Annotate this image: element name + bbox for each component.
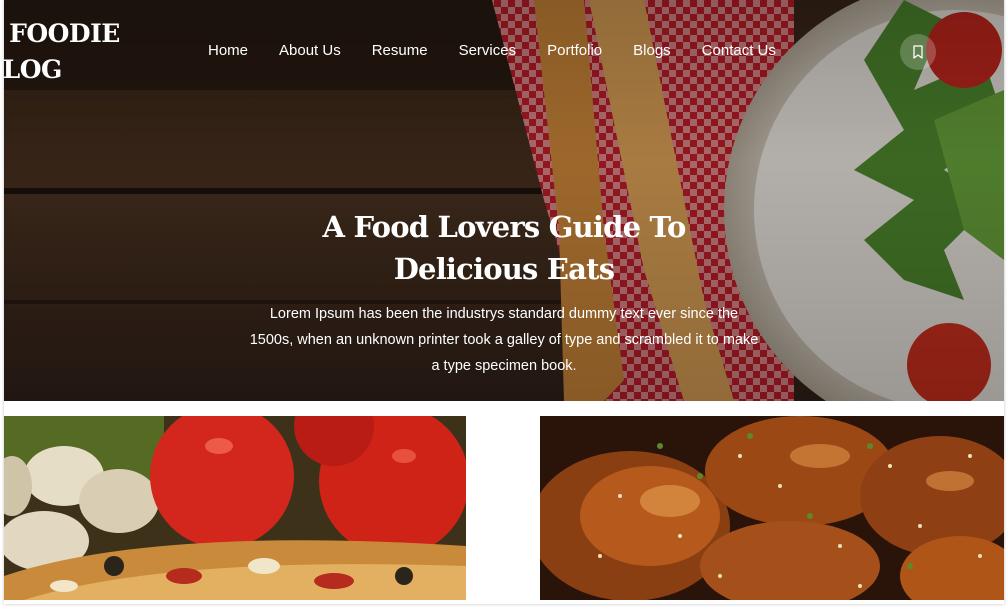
- hero-section: A FOODIE BLOG Home About Us Resume Servi…: [4, 0, 1004, 401]
- bookmark-icon: [913, 45, 923, 59]
- hero-title: A Food Lovers Guide To Delicious Eats: [254, 206, 754, 290]
- logo-line-1: A FOODIE: [4, 19, 120, 48]
- hero-title-line-2: Delicious Eats: [393, 252, 615, 286]
- nav-item-home[interactable]: Home: [208, 40, 248, 62]
- nav-item-contact-us[interactable]: Contact Us: [702, 40, 776, 62]
- bookmark-button[interactable]: [900, 34, 936, 70]
- hero-description: Lorem Ipsum has been the industrys stand…: [222, 301, 786, 379]
- main-navigation: Home About Us Resume Services Portfolio …: [208, 40, 776, 62]
- browser-viewport: A FOODIE BLOG Home About Us Resume Servi…: [4, 0, 1004, 604]
- logo-line-2: BLOG: [4, 55, 62, 84]
- blog-card-image-chicken[interactable]: [540, 416, 1004, 600]
- hero-description-line-2: 1500s, when an unknown printer took a ga…: [249, 332, 759, 348]
- nav-item-services[interactable]: Services: [459, 40, 517, 62]
- hero-description-line-3: a type specimen book.: [431, 358, 577, 374]
- site-logo[interactable]: A FOODIE BLOG: [4, 16, 120, 88]
- pizza-image: [4, 416, 466, 600]
- blog-card-image-pizza[interactable]: [4, 416, 466, 600]
- nav-item-resume[interactable]: Resume: [372, 40, 428, 62]
- nav-item-portfolio[interactable]: Portfolio: [547, 40, 602, 62]
- hero-description-line-1: Lorem Ipsum has been the industrys stand…: [269, 306, 739, 322]
- hero-title-line-1: A Food Lovers Guide To: [322, 210, 686, 244]
- chicken-image: [540, 416, 1004, 600]
- nav-item-blogs[interactable]: Blogs: [633, 40, 671, 62]
- nav-item-about-us[interactable]: About Us: [279, 40, 341, 62]
